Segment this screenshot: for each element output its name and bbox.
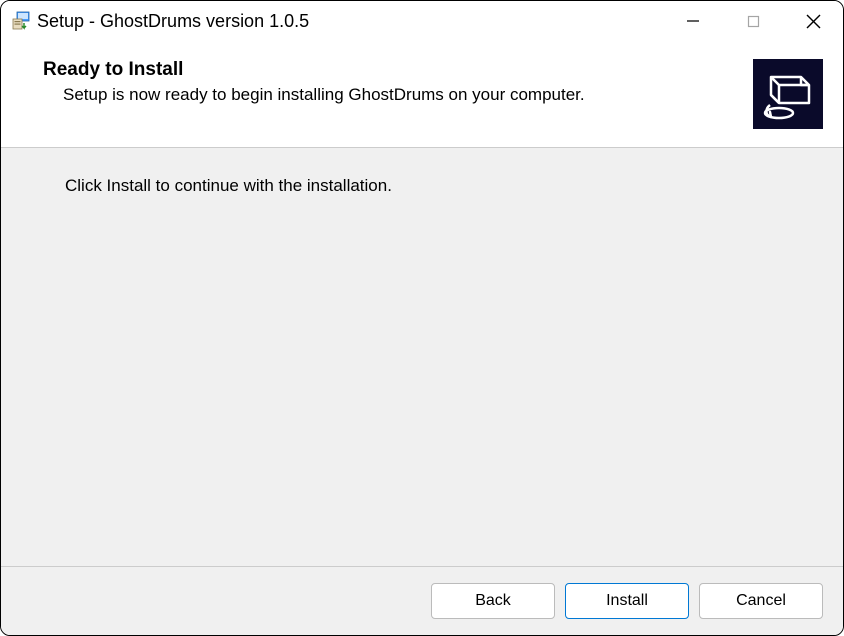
window-title: Setup - GhostDrums version 1.0.5 xyxy=(37,11,663,32)
footer: Back Install Cancel xyxy=(1,566,843,635)
header-panel: Ready to Install Setup is now ready to b… xyxy=(1,41,843,148)
back-button[interactable]: Back xyxy=(431,583,555,619)
header-text: Ready to Install Setup is now ready to b… xyxy=(43,59,733,105)
instruction-text: Click Install to continue with the insta… xyxy=(65,176,823,196)
installer-window: Setup - GhostDrums version 1.0.5 xyxy=(0,0,844,636)
install-button[interactable]: Install xyxy=(565,583,689,619)
window-controls xyxy=(663,1,843,41)
installer-icon xyxy=(11,11,31,31)
minimize-button[interactable] xyxy=(663,1,723,41)
header-title: Ready to Install xyxy=(43,59,733,81)
maximize-button xyxy=(723,1,783,41)
close-button[interactable] xyxy=(783,1,843,41)
content-area: Click Install to continue with the insta… xyxy=(1,148,843,566)
cancel-button[interactable]: Cancel xyxy=(699,583,823,619)
computer-install-icon xyxy=(753,59,823,129)
titlebar: Setup - GhostDrums version 1.0.5 xyxy=(1,1,843,41)
header-subtitle: Setup is now ready to begin installing G… xyxy=(43,85,733,105)
